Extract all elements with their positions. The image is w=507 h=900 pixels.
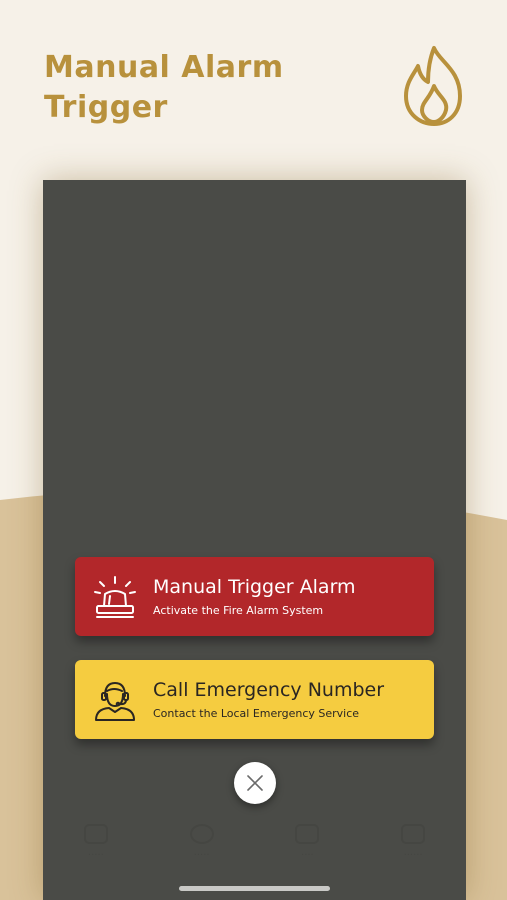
manual-trigger-alarm-button[interactable]: Manual Trigger Alarm Activate the Fire A…	[75, 557, 434, 636]
call-emergency-number-title: Call Emergency Number	[153, 678, 385, 701]
operator-headset-icon	[95, 681, 135, 721]
tab-item: ·····	[51, 824, 141, 861]
tab-item: ·····	[157, 824, 247, 861]
page-title-line-1: Manual Alarm	[44, 50, 284, 85]
siren-icon	[94, 575, 136, 618]
tab-item: ······	[368, 824, 458, 861]
tab-item: ····	[262, 824, 352, 861]
manual-trigger-alarm-title: Manual Trigger Alarm	[153, 575, 356, 598]
close-icon	[247, 775, 263, 791]
call-emergency-number-subtitle: Contact the Local Emergency Service	[153, 706, 360, 720]
call-emergency-number-button[interactable]: Call Emergency Number Contact the Local …	[75, 660, 434, 739]
manual-trigger-alarm-subtitle: Activate the Fire Alarm System	[153, 603, 324, 617]
close-button[interactable]	[234, 762, 276, 804]
page-title-line-2: Trigger	[44, 90, 168, 125]
page-title: Manual Alarm Trigger	[44, 48, 284, 128]
flame-icon	[404, 46, 462, 126]
home-indicator	[179, 886, 330, 891]
